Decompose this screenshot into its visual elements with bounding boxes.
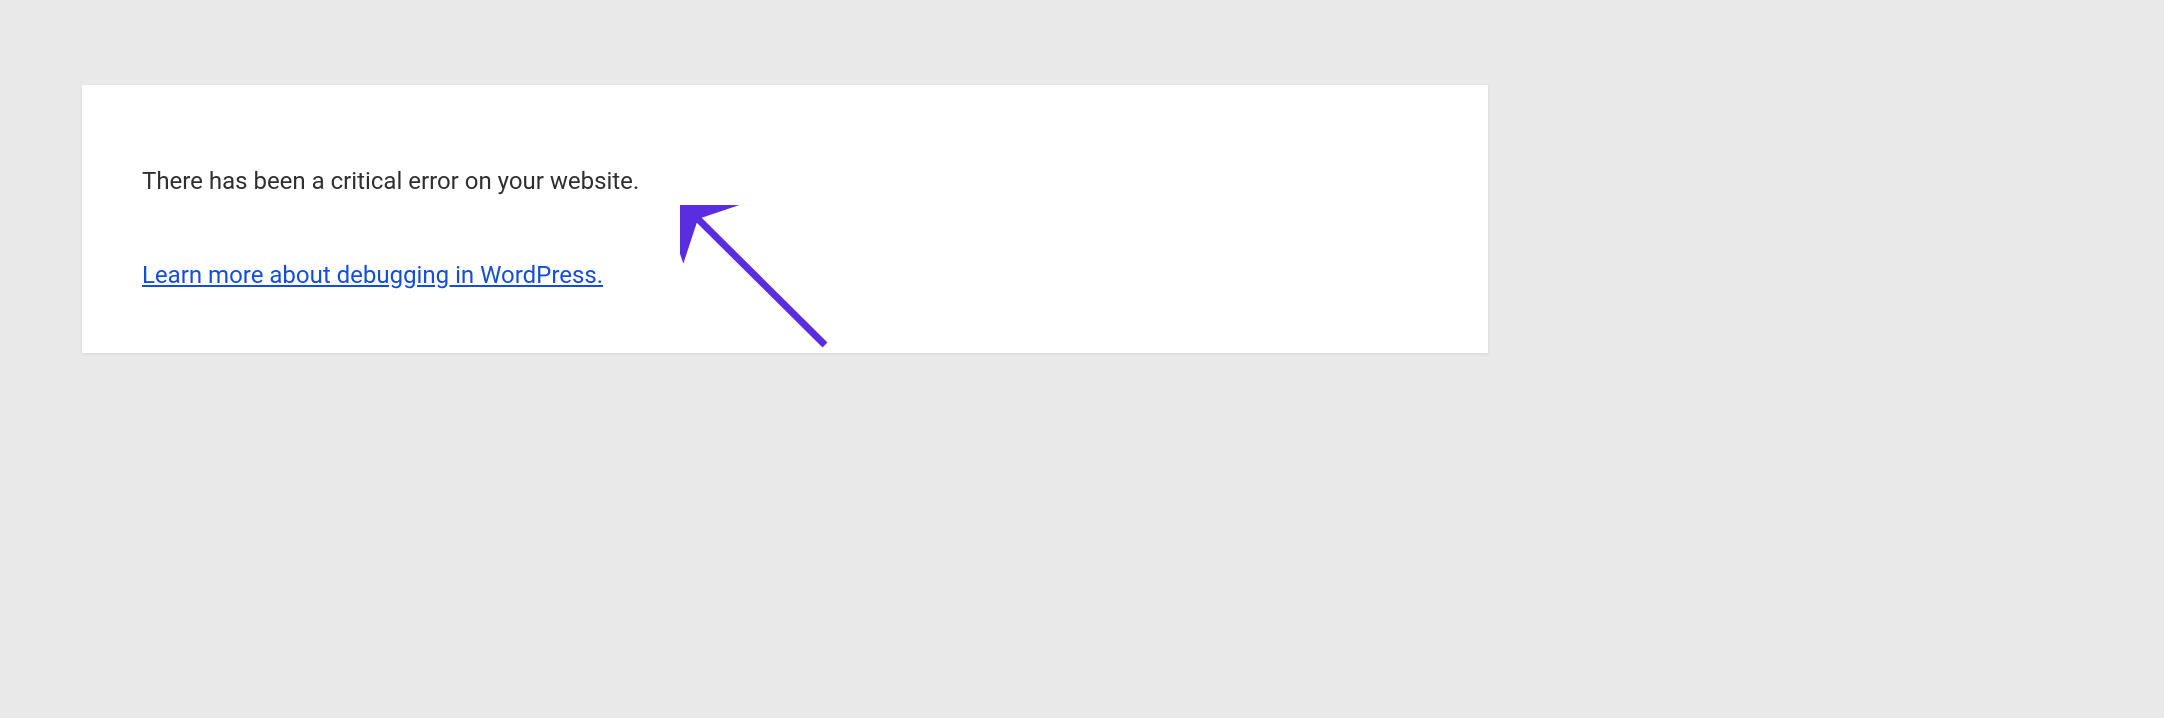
debug-link[interactable]: Learn more about debugging in WordPress. bbox=[142, 261, 603, 289]
error-message: There has been a critical error on your … bbox=[142, 165, 1428, 199]
error-card: There has been a critical error on your … bbox=[82, 85, 1488, 353]
